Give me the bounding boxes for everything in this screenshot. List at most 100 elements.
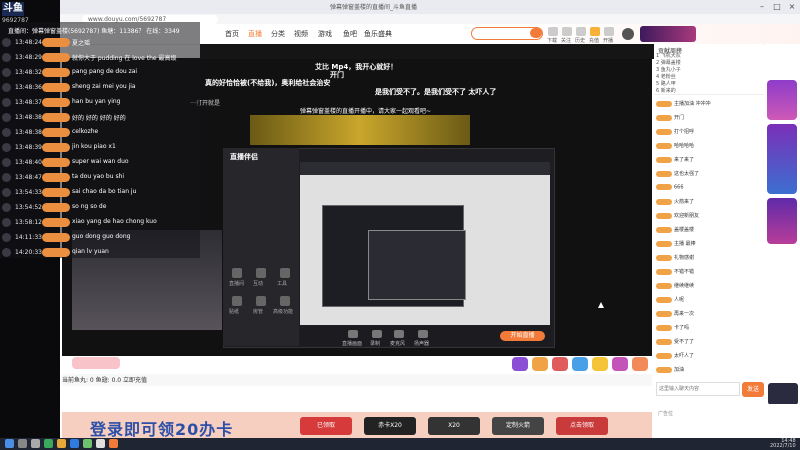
gift-icon[interactable] [632,357,648,371]
overlay-chat-row: 13:48:39 jin kou piao x1 [0,141,200,155]
overlay-chat-row: 13:48:24 夏之瑶 [0,36,200,50]
fan-badge [656,212,672,219]
recharge-icon[interactable] [590,27,600,36]
overlay-chat-row: 13:48:38 好的 好的 好的 好的 [0,111,200,125]
nav-home[interactable]: 首页 [225,29,239,39]
douyu-icon[interactable] [109,439,118,448]
overlay-chat-row: 13:48:38 celkozhe [0,126,200,140]
record-icon[interactable] [372,330,382,338]
overlay-text: guo dong guo dong [72,233,131,240]
gift-icon[interactable] [552,357,568,371]
taskview-icon[interactable] [31,439,40,448]
nav-icon-label: 开播 [603,38,614,44]
search-icon[interactable] [18,439,27,448]
ad-card[interactable]: 定制火箭 [492,417,544,435]
tool-side-label: 互动 [253,281,264,287]
microphone-icon[interactable] [394,330,404,338]
ad-card[interactable]: X20 [428,417,480,435]
tool-grid-icon[interactable] [232,296,242,306]
wechat-icon[interactable] [83,439,92,448]
promo-card[interactable] [767,124,797,194]
start-icon[interactable] [5,439,14,448]
fan-badge [656,198,672,205]
chat-text: 主播加油 冲冲冲 [674,101,711,107]
promo-card[interactable] [767,80,797,120]
promo-card[interactable] [768,383,798,405]
nav-category[interactable]: 分类 [271,29,285,39]
level-badge [42,188,70,197]
overlay-text: 夏之瑶 [72,40,91,47]
festival-banner[interactable] [640,26,696,42]
chat-text: 太吓人了 [674,353,695,359]
overlay-time: 13:54:33 [15,189,42,196]
overlay-time: 13:48:32 [15,69,42,76]
send-button[interactable]: 发送 [742,382,764,397]
overlay-chat-row: 13:58:12 xiao yang de hao chong kuo [0,216,200,230]
nav-festival[interactable]: 鱼乐盛典 [364,29,392,39]
chat-message: 再来一次 [656,310,762,321]
chat-text: 加油 [674,367,685,373]
speaker-icon[interactable] [418,330,428,338]
tool-grid-icon[interactable] [280,296,290,306]
tab-title[interactable]: 弹幕弹窗盖楼的直播间_斗鱼直播 [330,2,417,11]
tool-grid-icon[interactable] [256,268,266,278]
tool-grid-icon[interactable] [232,268,242,278]
nav-fishbar[interactable]: 鱼吧 [343,29,357,39]
overlay-time: 13:48:38 [15,129,42,136]
chat-text: 人呢 [674,297,685,303]
ad-card[interactable]: 赤卡X20 [364,417,416,435]
chat-text: 不错不错 [674,269,695,275]
folder-icon[interactable] [57,439,66,448]
browser-titlebar: 弹幕弹窗盖楼的直播间_斗鱼直播 – □ × [60,0,800,14]
tool-grid-icon[interactable] [280,268,290,278]
ad-card[interactable]: 已领取 [300,417,352,435]
overlay-time: 14:20:33 [15,249,42,256]
start-live-button[interactable]: 开始直播 [500,331,545,341]
gift-icon[interactable] [512,357,528,371]
stream-topbar [200,44,655,59]
browser-icon[interactable] [70,439,79,448]
overlay-text: super wai wan duo [72,158,129,165]
gift-promo[interactable] [72,357,120,369]
avatar [2,83,11,92]
promo-card[interactable] [767,198,797,244]
gift-icon[interactable] [572,357,588,371]
ad-card[interactable]: 点击领取 [556,417,608,435]
overlay-time: 13:58:12 [15,219,42,226]
fan-badge [656,240,672,247]
overlay-text: han bu yan ying [72,98,121,105]
gift-icon[interactable] [612,357,628,371]
app-icon[interactable] [96,439,105,448]
right-bottom-area [654,404,800,438]
tool-grid-icon[interactable] [256,296,266,306]
app-icon[interactable] [44,439,53,448]
broadcast-icon[interactable] [604,27,614,36]
avatar [2,248,11,257]
chat-message: 受不了了 [656,338,762,349]
chat-input[interactable] [656,382,740,396]
tool-side-label: 直播间 [229,281,245,287]
minimize-icon[interactable]: – [755,1,769,13]
download-icon[interactable] [548,27,558,36]
overlay-chat-row: 13:48:32 pang pang de dou zai [0,66,200,80]
nav-live[interactable]: 直播 [248,29,262,39]
gift-icon[interactable] [592,357,608,371]
search-icon[interactable] [530,28,542,38]
close-icon[interactable]: × [785,1,799,13]
scene-icon[interactable] [348,330,358,338]
nav-video[interactable]: 视频 [294,29,308,39]
overlay-text: pang pang de dou zai [72,68,138,75]
chat-message: 礼物感谢 [656,254,762,265]
follow-icon[interactable] [562,27,572,36]
nav-game[interactable]: 游戏 [318,29,332,39]
level-badge [42,113,70,122]
overlay-text: sai chao da bo tian ju [72,188,137,195]
overlay-text: jin kou piao x1 [72,143,116,150]
fan-badge [656,100,672,107]
maximize-icon[interactable]: □ [770,1,784,13]
history-icon[interactable] [576,27,586,36]
avatar[interactable] [622,28,634,40]
chat-message: 不错不错 [656,268,762,279]
tool-side-label: 工具 [277,281,288,287]
gift-icon[interactable] [532,357,548,371]
